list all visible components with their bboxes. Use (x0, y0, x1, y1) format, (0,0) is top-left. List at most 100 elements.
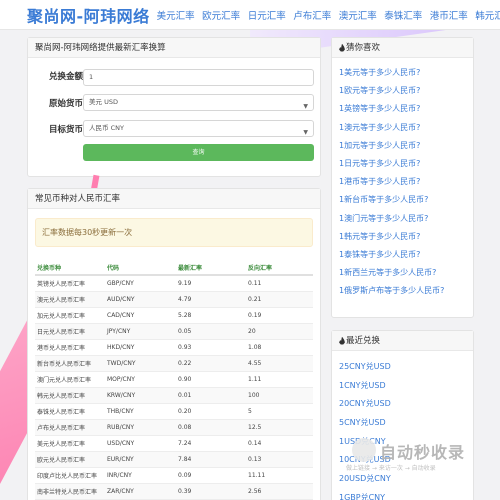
guess-link[interactable]: 1俄罗斯卢布等于多少人民币? (339, 282, 473, 300)
rates-panel: 常见币种对人民币汇率 汇率数据每30秒更新一次 兑换币种 代码 最新汇率 反向汇… (27, 188, 321, 500)
column-header-reverse-rate: 反向汇率 (246, 261, 313, 276)
target-currency-label: 目标货币 (48, 125, 83, 135)
nav-item-aud[interactable]: 澳元汇率 (339, 8, 377, 22)
source-row: 原始货币 (28, 97, 83, 109)
recent-heading-bar: 最近兑换 (332, 331, 473, 351)
nav-item-thb[interactable]: 泰铢汇率 (384, 8, 422, 22)
cell-code: JPY/CNY (105, 323, 176, 340)
nav-item-hkd[interactable]: 港币汇率 (430, 8, 468, 22)
cell-reverse-rate: 20 (246, 323, 313, 340)
cell-code: CAD/CNY (105, 307, 176, 324)
table-row: 英镑兑人民币汇率 GBP/CNY 9.19 0.11 (35, 275, 313, 292)
column-header-code: 代码 (105, 261, 176, 276)
guess-link[interactable]: 1日元等于多少人民币? (339, 155, 473, 173)
cell-currency: 印度卢比兑人民币汇率 (35, 467, 105, 484)
target-row: 目标货币 (28, 123, 83, 135)
target-currency-select[interactable]: 人民币 CNY ▼ (83, 120, 314, 137)
table-row: 南非兰特兑人民币汇率 ZAR/CNY 0.39 2.56 (35, 483, 313, 500)
nav-item-eur[interactable]: 欧元汇率 (202, 8, 240, 22)
column-header-latest-rate: 最新汇率 (176, 261, 246, 276)
recent-link[interactable]: 25CNY兑USD (339, 358, 473, 377)
fire-icon (339, 43, 345, 52)
cell-code: INR/CNY (105, 467, 176, 484)
cell-currency: 澳门元兑人民币汇率 (35, 371, 105, 388)
cell-code: RUB/CNY (105, 419, 176, 436)
cell-code: AUD/CNY (105, 291, 176, 308)
table-row: 澳门元兑人民币汇率 MOP/CNY 0.90 1.11 (35, 371, 313, 388)
cell-code: USD/CNY (105, 435, 176, 452)
guess-link[interactable]: 1港币等于多少人民币? (339, 173, 473, 191)
guess-link[interactable]: 1新台币等于多少人民币? (339, 191, 473, 209)
target-currency-value: 人民币 CNY (89, 124, 124, 132)
guess-link[interactable]: 1欧元等于多少人民币? (339, 82, 473, 100)
cell-code: GBP/CNY (105, 275, 176, 292)
cell-latest-rate: 0.09 (176, 467, 246, 484)
recent-link[interactable]: 20CNY兑USD (339, 395, 473, 414)
cell-code: TWD/CNY (105, 355, 176, 372)
recent-link[interactable]: 1USD兑CNY (339, 433, 473, 452)
guess-link[interactable]: 1加元等于多少人民币? (339, 137, 473, 155)
table-row: 港币兑人民币汇率 HKD/CNY 0.93 1.08 (35, 339, 313, 356)
cell-currency: 美元兑人民币汇率 (35, 435, 105, 452)
top-nav: 美元汇率 欧元汇率 日元汇率 卢布汇率 澳元汇率 泰铢汇率 港币汇率 韩元汇率 (157, 8, 500, 22)
cell-latest-rate: 4.79 (176, 291, 246, 308)
source-currency-select[interactable]: 美元 USD ▼ (83, 94, 314, 111)
nav-item-rub[interactable]: 卢布汇率 (293, 8, 331, 22)
nav-item-usd[interactable]: 美元汇率 (157, 8, 195, 22)
rates-heading: 常见币种对人民币汇率 (28, 189, 320, 209)
cell-reverse-rate: 1.08 (246, 339, 313, 356)
source-currency-label: 原始货币 (48, 99, 83, 109)
cell-currency: 卢布兑人民币汇率 (35, 419, 105, 436)
cell-latest-rate: 0.39 (176, 483, 246, 500)
converter-panel: 聚尚网-阿玮网络提供最新汇率换算 兑换金额 1 原始货币 美元 USD ▼ 目标… (27, 37, 321, 177)
cell-latest-rate: 0.90 (176, 371, 246, 388)
guess-link[interactable]: 1澳元等于多少人民币? (339, 119, 473, 137)
recent-link[interactable]: 1GBP兑CNY (339, 489, 473, 500)
nav-item-jpy[interactable]: 日元汇率 (248, 8, 286, 22)
guess-link[interactable]: 1泰铢等于多少人民币? (339, 246, 473, 264)
recent-link[interactable]: 10CNY兑USD (339, 451, 473, 470)
recent-panel: 最近兑换 25CNY兑USD 1CNY兑USD 20CNY兑USD 5CNY兑USD 1… (331, 330, 474, 500)
cell-latest-rate: 0.01 (176, 387, 246, 404)
cell-code: MOP/CNY (105, 371, 176, 388)
chevron-down-icon: ▼ (303, 129, 308, 136)
table-row: 印度卢比兑人民币汇率 INR/CNY 0.09 11.11 (35, 467, 313, 484)
guess-link[interactable]: 1新西兰元等于多少人民币? (339, 264, 473, 282)
query-button[interactable]: 查询 (83, 144, 314, 161)
guess-heading: 猜你喜欢 (346, 42, 381, 53)
cell-reverse-rate: 1.11 (246, 371, 313, 388)
amount-input[interactable]: 1 (83, 69, 314, 86)
guess-panel: 猜你喜欢 1美元等于多少人民币? 1欧元等于多少人民币? 1英镑等于多少人民币? 1澳… (331, 37, 474, 318)
rates-table: 兑换币种 代码 最新汇率 反向汇率 英镑兑人民币汇率 GBP/CNY 9.19 0.1… (35, 261, 313, 500)
cell-currency: 泰铢兑人民币汇率 (35, 403, 105, 420)
cell-reverse-rate: 0.19 (246, 307, 313, 324)
cell-code: HKD/CNY (105, 339, 176, 356)
guess-link[interactable]: 1韩元等于多少人民币? (339, 228, 473, 246)
site-header: 聚尚网-阿玮网络 美元汇率 欧元汇率 日元汇率 卢布汇率 澳元汇率 泰铢汇率 港… (0, 0, 500, 30)
cell-latest-rate: 0.20 (176, 403, 246, 420)
table-row: 加元兑人民币汇率 CAD/CNY 5.28 0.19 (35, 307, 313, 324)
cell-reverse-rate: 0.13 (246, 451, 313, 468)
amount-row: 兑换金额 (28, 70, 83, 82)
guess-link[interactable]: 1英镑等于多少人民币? (339, 100, 473, 118)
cell-currency: 韩元兑人民币汇率 (35, 387, 105, 404)
guess-link[interactable]: 1美元等于多少人民币? (339, 64, 473, 82)
cell-reverse-rate: 0.21 (246, 291, 313, 308)
recent-link[interactable]: 20USD兑CNY (339, 470, 473, 489)
table-row: 澳元兑人民币汇率 AUD/CNY 4.79 0.21 (35, 291, 313, 308)
cell-currency: 日元兑人民币汇率 (35, 323, 105, 340)
site-logo[interactable]: 聚尚网-阿玮网络 (27, 3, 150, 27)
fire-icon (339, 336, 345, 345)
cell-reverse-rate: 100 (246, 387, 313, 404)
nav-item-krw[interactable]: 韩元汇率 (475, 8, 500, 22)
converter-heading: 聚尚网-阿玮网络提供最新汇率换算 (28, 38, 320, 58)
recent-link[interactable]: 5CNY兑USD (339, 414, 473, 433)
cell-code: ZAR/CNY (105, 483, 176, 500)
cell-latest-rate: 7.24 (176, 435, 246, 452)
recent-link[interactable]: 1CNY兑USD (339, 377, 473, 396)
guess-link[interactable]: 1澳门元等于多少人民币? (339, 210, 473, 228)
cell-latest-rate: 5.28 (176, 307, 246, 324)
cell-currency: 新台币兑人民币汇率 (35, 355, 105, 372)
chevron-down-icon: ▼ (303, 103, 308, 110)
table-row: 日元兑人民币汇率 JPY/CNY 0.05 20 (35, 323, 313, 340)
